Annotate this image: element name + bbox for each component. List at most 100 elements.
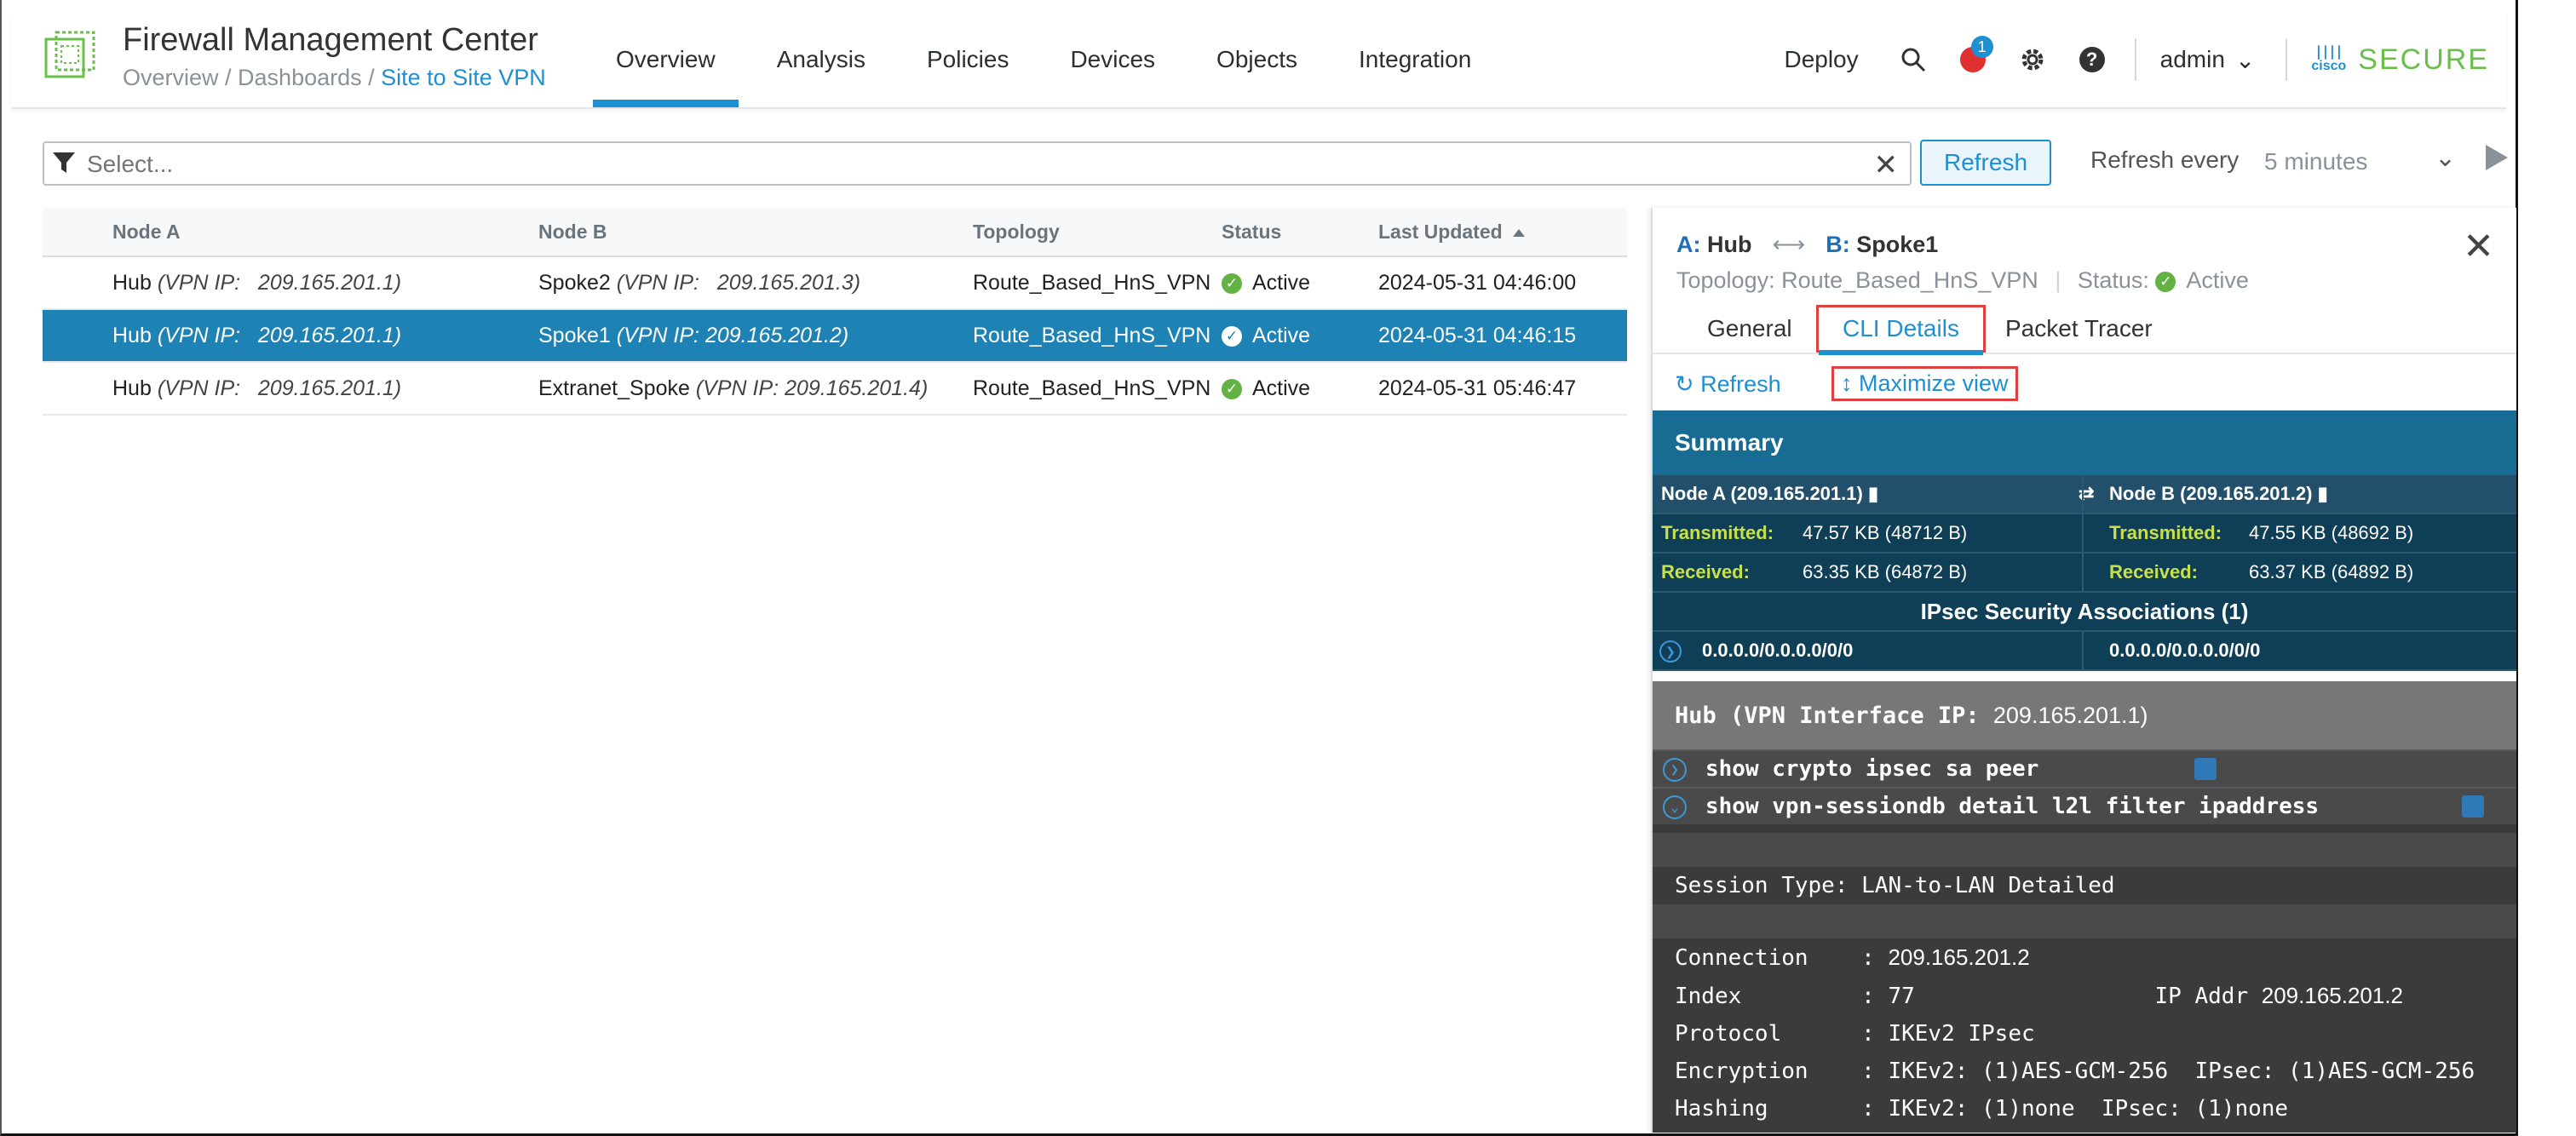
status-cell: ✓ Active <box>1222 310 1310 361</box>
tab-cli-details[interactable]: CLI Details <box>1816 305 1986 355</box>
maximize-view-link[interactable]: ↕ Maximize view <box>1831 366 2018 401</box>
tab-general[interactable]: General <box>1707 305 1792 353</box>
breadcrumb-overview[interactable]: Overview <box>123 65 219 90</box>
chevron-down-icon: ⌄ <box>2234 46 2256 73</box>
close-icon[interactable]: ✕ <box>2463 225 2494 268</box>
summary-transmitted-row: Transmitted: 47.57 KB (48712 B) Transmit… <box>1653 514 2516 554</box>
sort-ascending-icon <box>1512 229 1525 238</box>
refresh-link[interactable]: ↻ Refresh <box>1675 371 1781 398</box>
alerts-icon[interactable]: 1 <box>1956 36 1993 77</box>
breadcrumb-dashboards[interactable]: Dashboards <box>238 65 362 90</box>
last-updated-cell: 2024-05-31 04:46:15 <box>1378 324 1577 347</box>
refresh-every-label: Refresh every <box>2090 146 2240 173</box>
tunnel-detail-panel: A: Hub ⟷ B: Spoke1 ✕ Topology: Route_Based… <box>1651 208 2516 1133</box>
check-circle-icon: ✓ <box>1222 273 1242 295</box>
cli-command-output: Session Type: LAN-to-LAN Detailed Connec… <box>1653 824 2516 1133</box>
topology-cell: Route_Based_HnS_VPN <box>973 376 1211 400</box>
cli-command-expanded[interactable]: ⌄ show vpn-sessiondb detail l2l filter i… <box>1653 787 2516 824</box>
node-b-cell: Spoke2 (VPN IP: 209.165.201.3) <box>538 271 861 295</box>
swap-icon[interactable]: ⇄ <box>2079 475 2094 513</box>
search-icon[interactable] <box>1896 43 1930 77</box>
status-cell: ✓ Active <box>1222 257 1310 308</box>
cisco-logo-icon: ∣∣∣∣ cisco <box>2311 45 2347 73</box>
panel-tabs: General CLI Details Packet Tracer <box>1653 305 2516 355</box>
check-circle-icon: ✓ <box>1222 379 1242 400</box>
filter-input[interactable] <box>85 150 1792 179</box>
ipsec-sa-title: IPsec Security Associations (1) <box>1653 593 2516 632</box>
divider <box>2286 38 2288 81</box>
node-a-cell: Hub (VPN IP: 209.165.201.1) <box>112 376 402 400</box>
cli-output: Hub (VPN Interface IP: 209.165.201.1) ❯ … <box>1653 681 2516 1133</box>
refresh-button[interactable]: Refresh <box>1920 140 2051 186</box>
topology-cell: Route_Based_HnS_VPN <box>973 324 1211 347</box>
clear-icon[interactable]: ✕ <box>1874 148 1899 182</box>
column-topology[interactable]: Topology <box>973 208 1060 255</box>
node-b-cell: Spoke1 (VPN IP: 209.165.201.2) <box>538 324 849 347</box>
column-last-updated[interactable]: Last Updated <box>1378 208 1525 255</box>
nav-policies[interactable]: Policies <box>904 12 1032 107</box>
panel-actions: ↻ Refresh ↕ Maximize view <box>1653 364 2516 407</box>
main-nav: Overview Analysis Policies Devices Objec… <box>593 12 1509 107</box>
nav-overview[interactable]: Overview <box>593 12 739 107</box>
vpn-tunnel-table: Node A Node B Topology Status Last Updat… <box>43 208 1627 416</box>
chevron-down-icon[interactable]: ⌄ <box>1663 795 1687 819</box>
deploy-button[interactable]: Deploy <box>1784 46 1858 73</box>
column-node-a[interactable]: Node A <box>112 208 181 255</box>
table-row-selected[interactable]: Hub (VPN IP: 209.165.201.1) Spoke1 (VPN … <box>43 310 1627 363</box>
alert-count-badge: 1 <box>1970 36 1993 58</box>
filter-icon <box>51 150 77 175</box>
user-name: admin <box>2159 46 2225 72</box>
panel-subtitle: Topology: Route_Based_HnS_VPN | Status: … <box>1676 267 2249 293</box>
node-b-cell: Extranet_Spoke (VPN IP: 209.165.201.4) <box>538 376 929 400</box>
summary-node-row: Node A (209.165.201.1) ▮ ⇄ Node B (209.1… <box>1653 475 2516 514</box>
fmc-logo-icon <box>43 29 97 83</box>
help-icon[interactable]: ? <box>2075 43 2109 77</box>
tab-packet-tracer[interactable]: Packet Tracer <box>2005 305 2153 353</box>
gear-icon[interactable] <box>2015 43 2050 77</box>
last-updated-cell: 2024-05-31 05:46:47 <box>1378 376 1577 400</box>
top-bar: Firewall Management Center Overview / Da… <box>12 12 2506 109</box>
last-updated-cell: 2024-05-31 04:46:00 <box>1378 271 1577 295</box>
chevron-right-icon[interactable]: ❯ <box>1659 640 1682 663</box>
refresh-interval-select[interactable]: 5 minutes <box>2264 148 2367 175</box>
table-row[interactable]: Hub (VPN IP: 209.165.201.1) Extranet_Spo… <box>43 363 1627 416</box>
table-header: Node A Node B Topology Status Last Updat… <box>43 208 1627 257</box>
topology-cell: Route_Based_HnS_VPN <box>973 271 1211 295</box>
table-row[interactable]: Hub (VPN IP: 209.165.201.1) Spoke2 (VPN … <box>43 257 1627 310</box>
cli-device-header: Hub (VPN Interface IP: 209.165.201.1) <box>1653 681 2516 749</box>
nav-objects[interactable]: Objects <box>1193 12 1320 107</box>
summary-table: Node A (209.165.201.1) ▮ ⇄ Node B (209.1… <box>1653 475 2516 671</box>
breadcrumb-current: Site to Site VPN <box>381 65 546 90</box>
ipsec-sa-row[interactable]: ❯ 0.0.0.0/0.0.0.0/0/0 0.0.0.0/0.0.0.0/0/… <box>1653 632 2516 671</box>
panel-title: A: Hub ⟷ B: Spoke1 <box>1676 232 1939 257</box>
user-menu[interactable]: admin ⌄ <box>2160 46 2256 74</box>
node-a-cell: Hub (VPN IP: 209.165.201.1) <box>112 324 402 347</box>
nav-analysis[interactable]: Analysis <box>754 12 888 107</box>
app-title: Firewall Management Center <box>123 22 538 58</box>
nav-integration[interactable]: Integration <box>1336 12 1494 107</box>
node-a-cell: Hub (VPN IP: 209.165.201.1) <box>112 271 402 295</box>
node-b-header: Node B (209.165.201.2) ▮ <box>2109 483 2328 504</box>
summary-received-row: Received: 63.35 KB (64872 B) Received: 6… <box>1653 554 2516 593</box>
cisco-brand: ∣∣∣∣ cisco SECURE <box>2311 43 2489 77</box>
node-a-header: Node A (209.165.201.1) ▮ <box>1661 483 1879 504</box>
column-node-b[interactable]: Node B <box>538 208 607 255</box>
play-icon[interactable] <box>2486 145 2508 170</box>
summary-header: Summary <box>1653 410 2516 475</box>
divider <box>2134 38 2136 81</box>
column-status[interactable]: Status <box>1222 208 1281 255</box>
secure-wordmark: SECURE <box>2358 43 2489 76</box>
chevron-down-icon[interactable]: ⌄ <box>2435 143 2456 173</box>
cli-command-collapsed[interactable]: ❯ show crypto ipsec sa peer <box>1653 749 2516 787</box>
copy-icon[interactable] <box>2194 758 2217 780</box>
chevron-right-icon[interactable]: ❯ <box>1663 758 1687 782</box>
check-circle-icon: ✓ <box>2155 271 2176 292</box>
nav-devices[interactable]: Devices <box>1047 12 1178 107</box>
filter-bar[interactable]: ✕ <box>43 141 1912 186</box>
status-cell: ✓ Active <box>1222 363 1310 414</box>
info-icon: ▮ <box>2317 483 2328 504</box>
copy-icon[interactable] <box>2462 795 2484 818</box>
info-icon: ▮ <box>1867 483 1879 504</box>
breadcrumb: Overview / Dashboards / Site to Site VPN <box>123 65 546 90</box>
check-circle-icon: ✓ <box>1222 326 1242 347</box>
